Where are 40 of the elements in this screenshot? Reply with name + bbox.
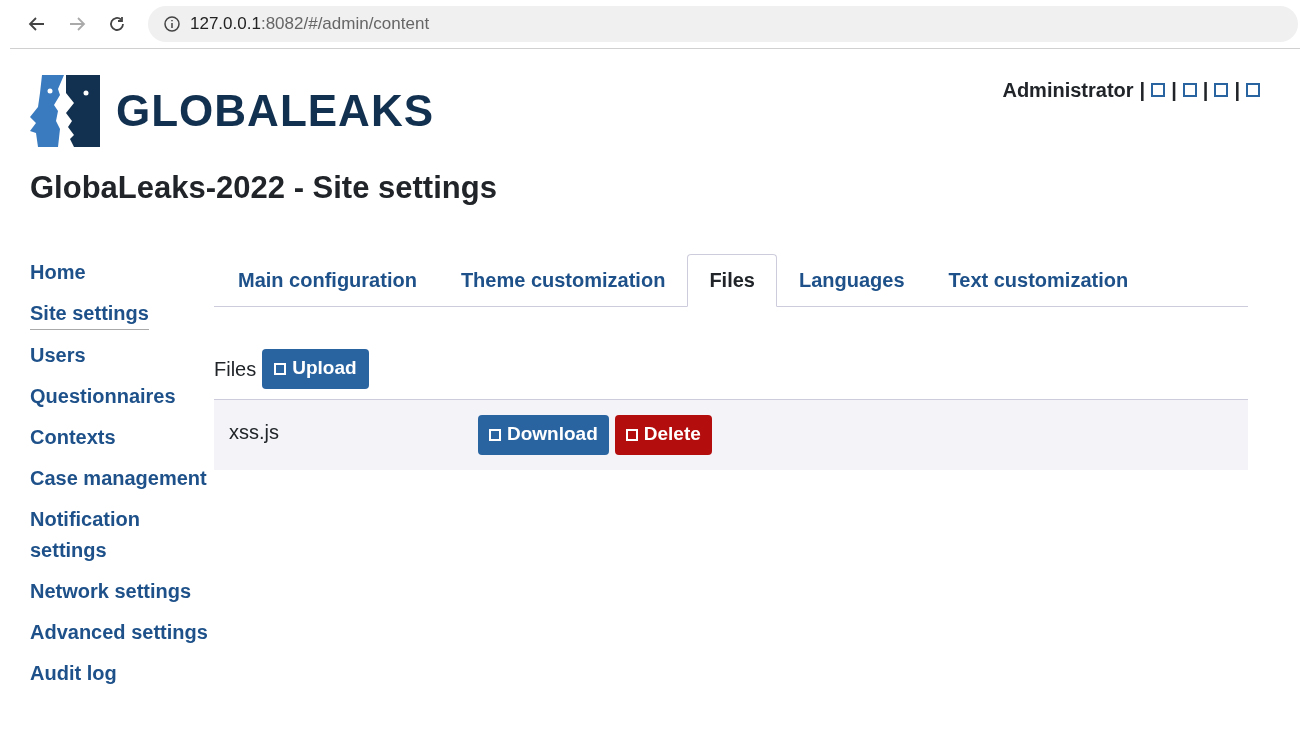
sidebar-item[interactable]: Contexts <box>30 421 116 453</box>
separator-text: | <box>1171 78 1177 103</box>
delete-button[interactable]: Delete <box>614 414 712 455</box>
sidebar-item[interactable]: Users <box>30 339 86 371</box>
header-link-icon[interactable] <box>1214 83 1229 97</box>
user-name: Administrator <box>1002 78 1134 103</box>
sidebar-item[interactable]: Questionnaires <box>30 380 176 412</box>
tab[interactable]: Files <box>687 253 777 307</box>
sidebar-item[interactable]: Notification settings <box>30 503 214 566</box>
header-link-icon[interactable] <box>1246 83 1260 97</box>
sidebar-item[interactable]: Case management <box>30 462 207 494</box>
sidebar-item[interactable]: Site settings <box>30 297 149 330</box>
sidebar-item[interactable]: Network settings <box>30 575 192 607</box>
tab[interactable]: Theme customization <box>438 253 688 307</box>
tab[interactable]: Languages <box>776 253 927 307</box>
page-title: GlobaLeaks-2022 - Site settings <box>29 169 498 207</box>
sidebar-item[interactable]: Audit log <box>30 657 117 689</box>
logo-text: GLOBALEAKS <box>116 85 434 137</box>
square-icon <box>274 362 287 375</box>
back-arrow-icon[interactable] <box>28 15 46 33</box>
info-icon <box>164 16 180 32</box>
sidebar-item[interactable]: Advanced settings <box>30 616 208 648</box>
sidebar-item[interactable]: Home <box>30 256 86 288</box>
tab[interactable]: Main configuration <box>216 253 439 307</box>
separator-text: | <box>1234 78 1240 103</box>
separator-text: | <box>1139 78 1146 103</box>
header-link-icon[interactable] <box>1151 83 1166 97</box>
logo-icon <box>30 75 102 147</box>
header-link-icon[interactable] <box>1182 83 1197 97</box>
address-bar[interactable]: 127.0.0.1:8082/#/admin/content <box>148 6 1298 42</box>
section-label: Files <box>214 356 257 382</box>
square-icon <box>489 428 501 441</box>
separator-text: | <box>1202 78 1209 103</box>
upload-button[interactable]: Upload <box>262 348 369 389</box>
square-icon <box>625 428 638 441</box>
tab[interactable]: Text customization <box>926 253 1151 307</box>
file-name: xss.js <box>229 419 280 445</box>
url-text: 127.0.0.1:8082/#/admin/content <box>190 13 430 36</box>
download-button[interactable]: Download <box>478 414 609 455</box>
reload-icon[interactable] <box>108 15 126 33</box>
